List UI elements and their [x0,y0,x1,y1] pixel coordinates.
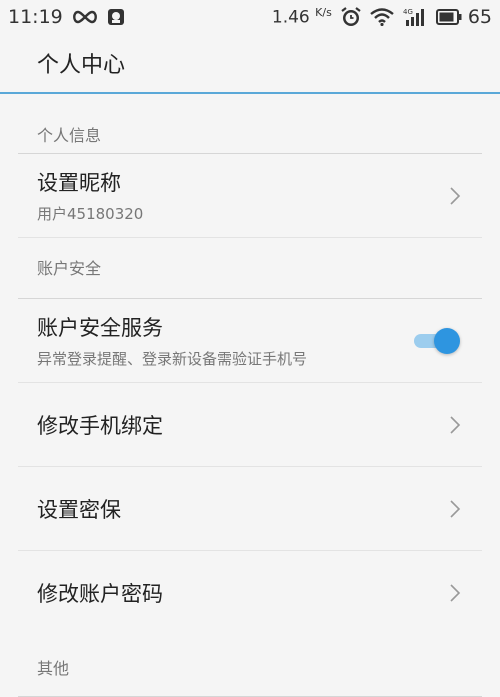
qq-icon [107,8,125,26]
security-question-title: 设置密保 [37,497,121,522]
change-phone-item[interactable]: 修改手机绑定 [18,383,482,467]
status-time: 11:19 [8,6,63,28]
network-type: 4G [403,8,413,16]
net-speed-unit: K/s [315,6,332,20]
infinity-icon [71,9,99,25]
net-speed: 1.46 K/s [272,6,332,28]
battery-icon [435,9,462,25]
settings-list: 个人信息 设置昵称 用户45180320 账户安全 账户安全服务 异常登录提醒、… [0,94,500,697]
security-question-item[interactable]: 设置密保 [18,467,482,551]
wifi-icon [370,8,394,26]
chevron-right-icon [450,415,461,434]
net-speed-value: 1.46 [271,7,310,28]
battery-level: 65 [467,6,492,28]
section-header-other: 其他 [18,635,482,697]
status-bar: 11:19 1.46 K/s 4G 65 [0,0,500,34]
security-service-item: 账户安全服务 异常登录提醒、登录新设备需验证手机号 [18,299,482,383]
chevron-right-icon [450,584,461,602]
toggle-thumb [434,327,460,354]
alarm-icon [340,6,362,28]
app-bar: 个人中心 [0,34,500,94]
section-header-personal-info: 个人信息 [18,94,482,154]
change-phone-title: 修改手机绑定 [37,413,163,438]
nickname-item[interactable]: 设置昵称 用户45180320 [18,154,482,238]
change-password-title: 修改账户密码 [37,582,163,606]
nickname-value: 用户45180320 [37,205,144,223]
change-password-item[interactable]: 修改账户密码 [18,551,482,635]
nickname-title: 设置昵称 [37,171,121,195]
page-title: 个人中心 [37,53,126,78]
chevron-right-icon [450,499,461,518]
security-service-toggle[interactable] [412,327,460,355]
section-header-account-security: 账户安全 [18,238,482,299]
chevron-right-icon [450,186,461,205]
signal-icon: 4G [402,7,428,27]
